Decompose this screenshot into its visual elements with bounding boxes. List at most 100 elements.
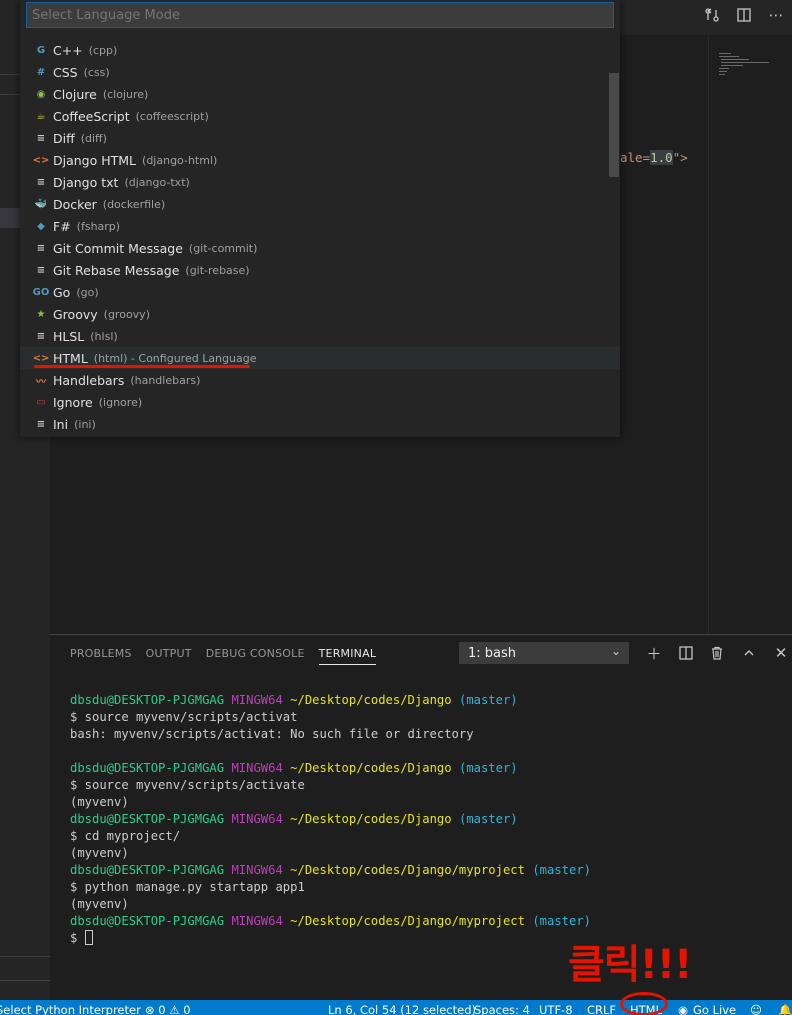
language-option[interactable]: ≡ Django txt (django-txt) xyxy=(20,171,620,193)
language-option[interactable]: ★ Groovy (groovy) xyxy=(20,303,620,325)
cursor-position-item[interactable]: Ln 6, Col 54 (12 selected) xyxy=(328,1003,476,1015)
language-option-id: (handlebars) xyxy=(130,373,201,387)
tab-problems[interactable]: PROBLEMS xyxy=(70,647,132,665)
terminal-output[interactable]: dbsdu@DESKTOP-PJGMGAG MINGW64 ~/Desktop/… xyxy=(70,692,591,947)
go-icon: GO xyxy=(32,286,50,298)
language-option[interactable]: # CSS (css) xyxy=(20,61,620,83)
language-option-label: Django HTML xyxy=(53,152,137,168)
split-editor-icon[interactable] xyxy=(728,0,760,30)
sidebar-divider xyxy=(0,980,50,981)
file-lines-icon: ≡ xyxy=(36,418,46,430)
language-option[interactable]: ≡ Git Rebase Message (git-rebase) xyxy=(20,259,620,281)
go-live-item[interactable]: Go Live xyxy=(693,1003,736,1015)
language-option[interactable]: GO Go (go) xyxy=(20,281,620,303)
tab-terminal[interactable]: TERMINAL xyxy=(318,647,377,665)
language-option[interactable]: G C++ (cpp) xyxy=(20,39,620,61)
terminal-line: dbsdu@DESKTOP-PJGMGAG MINGW64 ~/Desktop/… xyxy=(70,914,592,928)
terminal-line: (myvenv) xyxy=(70,795,129,809)
broadcast-icon: ◉ xyxy=(678,1003,689,1015)
more-actions-icon[interactable]: ⋯ xyxy=(760,0,792,30)
notifications-icon[interactable]: 🔔 xyxy=(778,1003,792,1015)
split-terminal-icon[interactable] xyxy=(676,643,696,663)
terminal-line: $ source myvenv/scripts/activat xyxy=(70,710,298,724)
terminal-cursor xyxy=(84,930,93,945)
trash-icon[interactable] xyxy=(707,643,727,663)
clojure-icon: ◉ xyxy=(36,88,46,100)
language-option-id: (ignore) xyxy=(98,395,143,409)
language-option[interactable]: 🐳 Docker (dockerfile) xyxy=(20,193,620,215)
terminal-select-value: 1: bash xyxy=(468,645,517,661)
editor-actions: ⋯ xyxy=(696,0,792,35)
html-brackets-icon: <> xyxy=(32,352,50,364)
language-option[interactable]: ≡ HLSL (hlsl) xyxy=(20,325,620,347)
language-option[interactable]: 〰 Handlebars (handlebars) xyxy=(20,369,620,391)
language-option-label: Git Rebase Message xyxy=(53,262,180,278)
close-panel-icon[interactable]: ✕ xyxy=(771,643,791,663)
python-interpreter-item[interactable]: Select Python Interpreter xyxy=(0,1003,141,1015)
new-terminal-icon[interactable]: ＋ xyxy=(644,643,664,663)
terminal-line: dbsdu@DESKTOP-PJGMGAG MINGW64 ~/Desktop/… xyxy=(70,693,518,707)
tab-output[interactable]: OUTPUT xyxy=(146,647,192,665)
language-list: G C++ (cpp) # CSS (css) ◉ Clojure (clojure) ☕ Coff… xyxy=(20,39,620,435)
code-text: ale= xyxy=(620,150,651,165)
language-option-label: Ini xyxy=(53,416,69,432)
terminal-line: $ python manage.py startapp app1 xyxy=(70,880,305,894)
compare-changes-icon[interactable] xyxy=(696,0,728,30)
cpp-icon: G xyxy=(36,44,46,56)
language-option-id: (cpp) xyxy=(88,43,118,57)
language-option[interactable]: ◆ F# (fsharp) xyxy=(20,215,620,237)
language-mode-picker: G C++ (cpp) # CSS (css) ◉ Clojure (clojure) ☕ Coff… xyxy=(20,0,620,437)
code-line[interactable]: ale=1.0"> xyxy=(620,150,688,165)
language-option-label: HTML xyxy=(53,350,88,366)
terminal-select[interactable]: 1: bash ⌄ xyxy=(459,642,629,664)
language-search-input[interactable] xyxy=(26,2,614,28)
language-option[interactable]: ≡ Ini (ini) xyxy=(20,413,620,435)
encoding-item[interactable]: UTF-8 xyxy=(539,1003,573,1015)
language-option-label: F# xyxy=(53,218,71,234)
language-option-id: (git-commit) xyxy=(188,241,258,255)
indentation-item[interactable]: Spaces: 4 xyxy=(474,1003,530,1015)
status-bar: Select Python Interpreter ⊗ 0 ⚠ 0 Ln 6, … xyxy=(0,1000,792,1015)
language-option[interactable]: <> Django HTML (django-html) xyxy=(20,149,620,171)
problems-item[interactable]: ⊗ 0 ⚠ 0 xyxy=(145,1003,191,1015)
sidebar-divider xyxy=(0,956,50,957)
css-icon: # xyxy=(36,66,46,78)
language-option-id: (django-txt) xyxy=(124,175,190,189)
minimap[interactable] xyxy=(708,35,792,635)
language-option-label: Handlebars xyxy=(53,372,125,388)
language-option-label: Ignore xyxy=(53,394,93,410)
terminal-line: (myvenv) xyxy=(70,846,129,860)
language-option-label: Git Commit Message xyxy=(53,240,183,256)
language-option-label: Diff xyxy=(53,130,75,146)
language-option[interactable]: ▭ Ignore (ignore) xyxy=(20,391,620,413)
language-option-label: Docker xyxy=(53,196,97,212)
language-option-id: (dockerfile) xyxy=(102,197,166,211)
language-option[interactable]: ≡ Git Commit Message (git-commit) xyxy=(20,237,620,259)
language-option-id: (groovy) xyxy=(103,307,150,321)
language-option-id: (git-rebase) xyxy=(185,263,250,277)
language-option-id: (diff) xyxy=(80,131,107,145)
language-option-label: HLSL xyxy=(53,328,85,344)
language-option[interactable]: ☕ CoffeeScript (coffeescript) xyxy=(20,105,620,127)
eol-item[interactable]: CRLF xyxy=(587,1003,616,1015)
terminal-line: (myvenv) xyxy=(70,897,129,911)
circle-annotation xyxy=(620,992,668,1015)
file-lines-icon: ≡ xyxy=(36,264,46,276)
terminal-line: bash: myvenv/scripts/activat: No such fi… xyxy=(70,727,474,741)
underline-annotation xyxy=(34,365,250,368)
feedback-icon[interactable]: ☺ xyxy=(750,1003,762,1015)
terminal-line: $ cd myproject/ xyxy=(70,829,181,843)
coffeescript-icon: ☕ xyxy=(36,110,46,122)
picker-scrollbar[interactable] xyxy=(609,73,619,177)
tab-debug-console[interactable]: DEBUG CONSOLE xyxy=(206,647,305,665)
language-option[interactable]: ≡ Diff (diff) xyxy=(20,127,620,149)
language-option[interactable]: ◉ Clojure (clojure) xyxy=(20,83,620,105)
click-annotation: 클릭!!! xyxy=(568,942,692,988)
language-option-id: (coffeescript) xyxy=(135,109,209,123)
panel-tabs: PROBLEMS OUTPUT DEBUG CONSOLE TERMINAL xyxy=(70,647,390,665)
language-option-id: (go) xyxy=(76,285,99,299)
language-option-id: (fsharp) xyxy=(76,219,121,233)
language-option-id: (hlsl) xyxy=(90,329,118,343)
language-option-label: Groovy xyxy=(53,306,98,322)
maximize-panel-icon[interactable] xyxy=(739,643,759,663)
